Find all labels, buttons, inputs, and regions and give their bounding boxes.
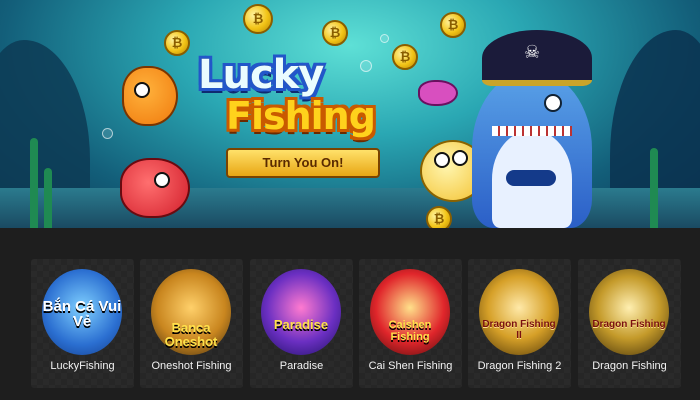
bubble (102, 128, 113, 139)
game-card-paradise[interactable]: Paradise Paradise (250, 259, 353, 388)
fish-eye (154, 172, 170, 188)
game-title: Dragon Fishing 2 (477, 360, 562, 372)
coin-icon: ₿ (322, 20, 348, 46)
shark-teeth (492, 126, 572, 136)
game-thumbnail: Dragon Fishing (589, 269, 669, 355)
red-fish (120, 158, 190, 218)
game-title: Dragon Fishing (592, 360, 667, 372)
game-thumbnail: Caishen Fishing (370, 269, 450, 355)
thumbnail-logo-text: Bắn Cá Vui Vẻ (42, 298, 122, 330)
shark-eye (544, 94, 562, 112)
thumbnail-logo-text: Banca Oneshot (164, 320, 218, 349)
coin-icon: ₿ (392, 44, 418, 70)
coin-icon: ₿ (243, 4, 273, 34)
game-card-dragon-fishing[interactable]: Dragon Fishing Dragon Fishing (578, 259, 681, 388)
thumbnail-logo-text: Paradise (273, 317, 329, 332)
game-list: Bắn Cá Vui Vẻ LuckyFishing Banca Oneshot… (0, 228, 700, 400)
seaweed (650, 148, 658, 228)
logo-word-fishing: Fishing (226, 94, 376, 138)
pirate-shark: ☠ (452, 30, 612, 228)
hero-banner[interactable]: ₿ ₿ ₿ ₿ ₿ ₿ Lucky Fishing Turn You On! ☠ (0, 0, 700, 228)
shark-bowtie (506, 170, 556, 186)
game-thumbnail: Paradise (261, 269, 341, 355)
lucky-fishing-logo: Lucky Fishing Turn You On! (198, 52, 396, 192)
game-title: Cai Shen Fishing (368, 360, 453, 372)
thumbnail-logo-text: Dragon Fishing (592, 319, 666, 330)
seaweed (44, 168, 52, 228)
game-thumbnail: Bắn Cá Vui Vẻ (42, 269, 122, 355)
game-card-dragon-fishing-2[interactable]: Dragon Fishing II Dragon Fishing 2 (468, 259, 571, 388)
bubble (380, 34, 389, 43)
game-card-cai-shen-fishing[interactable]: Caishen Fishing Cai Shen Fishing (359, 259, 462, 388)
game-thumbnail: Dragon Fishing II (479, 269, 559, 355)
game-title: Paradise (279, 360, 324, 372)
game-title: LuckyFishing (50, 360, 115, 372)
skull-icon: ☠ (524, 42, 541, 62)
game-title: Oneshot Fishing (151, 360, 232, 372)
orange-fish (122, 66, 178, 126)
seaweed (30, 138, 38, 228)
tagline-ribbon: Turn You On! (210, 148, 396, 182)
game-thumbnail: Banca Oneshot (151, 269, 231, 355)
fish-eye (434, 152, 450, 168)
thumbnail-logo-text: Dragon Fishing II (482, 319, 556, 341)
fish-eye (134, 82, 150, 98)
coin-icon: ₿ (164, 30, 190, 56)
thumbnail-logo-text: Caishen Fishing (388, 319, 432, 343)
logo-word-lucky: Lucky (198, 52, 324, 98)
game-card-luckyfishing[interactable]: Bắn Cá Vui Vẻ LuckyFishing (31, 259, 134, 388)
coin-icon: ₿ (426, 206, 452, 228)
game-card-oneshot-fishing[interactable]: Banca Oneshot Oneshot Fishing (140, 259, 243, 388)
